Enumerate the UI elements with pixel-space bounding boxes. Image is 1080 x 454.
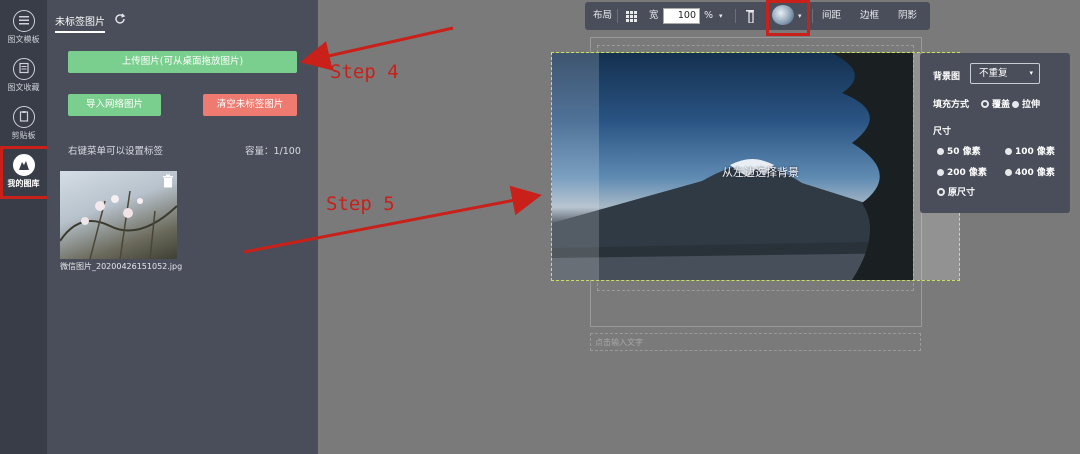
- format-toolbar: 布局 宽 100 % ▾ ▾ 间距 边框 阴影: [585, 2, 930, 30]
- refresh-icon[interactable]: [114, 13, 126, 25]
- clipboard-icon: [12, 106, 35, 128]
- size-option[interactable]: 400 像素: [1005, 165, 1055, 178]
- size-option-label: 200 像素: [947, 168, 987, 178]
- repeat-select-value: 不重复: [979, 68, 1008, 79]
- size-label: 尺寸: [933, 127, 952, 137]
- text-placeholder: 点击输入文字: [595, 338, 643, 347]
- step5-label: Step 5: [326, 193, 395, 215]
- clear-untagged-button[interactable]: 清空未标签图片: [203, 94, 297, 116]
- tag-hint: 右键菜单可以设置标签: [68, 146, 164, 157]
- rail-label: 图文收藏: [7, 83, 40, 92]
- radio-selected-icon: [937, 188, 945, 196]
- shadow-button[interactable]: 阴影: [898, 2, 917, 30]
- repeat-select[interactable]: 不重复 ▾: [970, 63, 1040, 84]
- image-thumbnail[interactable]: [60, 171, 177, 259]
- fill-cover-label: 覆盖: [992, 100, 1011, 110]
- capacity-label: 容量：1/100: [245, 146, 301, 157]
- thumbnail-art: [60, 190, 177, 259]
- tab-untagged-images[interactable]: 未标签图片: [55, 13, 105, 33]
- bg-label: 背景图: [933, 72, 961, 82]
- size-option[interactable]: 50 像素: [937, 144, 981, 157]
- rail-item-templates[interactable]: 图文模板: [0, 4, 47, 52]
- width-input[interactable]: 100: [663, 8, 700, 24]
- align-icon[interactable]: [746, 10, 756, 23]
- radio-icon: [937, 148, 944, 155]
- chevron-down-icon: ▾: [1029, 69, 1033, 77]
- image-library-panel: 未标签图片 上传图片(可从桌面拖放图片) 导入网络图片 清空未标签图片 右键菜单…: [47, 0, 318, 454]
- size-option-original[interactable]: 原尺寸: [937, 185, 975, 198]
- annotation-highlight-library: [0, 146, 52, 199]
- step4-label: Step 4: [330, 61, 399, 83]
- icon-rail: 图文模板 图文收藏 剪贴板 我的图库: [0, 0, 47, 454]
- spacing-button[interactable]: 间距: [822, 2, 841, 30]
- toolbar-divider: [617, 9, 618, 23]
- size-option-label: 原尺寸: [948, 188, 976, 198]
- rail-item-clipboard[interactable]: 剪贴板: [0, 100, 47, 148]
- toolbar-divider: [735, 9, 736, 23]
- fill-stretch-label: 拉伸: [1022, 100, 1041, 110]
- size-option[interactable]: 100 像素: [1005, 144, 1055, 157]
- import-web-image-button[interactable]: 导入网络图片: [68, 94, 161, 116]
- toolbar-divider: [812, 9, 813, 23]
- radio-selected-icon: [981, 100, 989, 108]
- upload-image-button[interactable]: 上传图片(可从桌面拖放图片): [68, 51, 297, 73]
- rail-label: 图文模板: [7, 35, 40, 44]
- annotation-highlight-background: [766, 0, 810, 36]
- fill-label: 填充方式: [933, 100, 970, 110]
- width-label: 宽: [649, 10, 659, 21]
- layout-button[interactable]: 布局: [593, 2, 612, 30]
- radio-icon: [937, 169, 944, 176]
- size-option-label: 400 像素: [1015, 168, 1055, 178]
- fill-cover-option[interactable]: 覆盖: [981, 97, 1010, 110]
- size-option[interactable]: 200 像素: [937, 165, 987, 178]
- thumbnail-filename: 微信图片_20200426151052.jpg: [60, 262, 183, 271]
- chevron-down-icon[interactable]: ▾: [719, 2, 723, 30]
- grid-icon[interactable]: [626, 11, 637, 22]
- collection-icon: [12, 58, 35, 80]
- radio-icon: [1005, 148, 1012, 155]
- trash-icon[interactable]: [162, 174, 174, 188]
- fill-stretch-option[interactable]: 拉伸: [1012, 97, 1040, 110]
- photo-caption: 从左边选择背景: [722, 166, 799, 179]
- radio-icon: [1012, 101, 1019, 108]
- unit-select[interactable]: %: [704, 2, 713, 30]
- background-settings-popup: 背景图 不重复 ▾ 填充方式 覆盖 拉伸 尺寸 50 像素 100 像素 200…: [920, 53, 1070, 213]
- border-button[interactable]: 边框: [860, 2, 879, 30]
- menu-lines-icon: [12, 10, 35, 32]
- arrow-step4: [300, 26, 454, 71]
- rail-item-collection[interactable]: 图文收藏: [0, 52, 47, 100]
- size-option-label: 50 像素: [947, 147, 981, 157]
- size-option-label: 100 像素: [1015, 147, 1055, 157]
- radio-icon: [1005, 169, 1012, 176]
- text-input-box[interactable]: 点击输入文字: [590, 333, 921, 351]
- rail-label: 剪贴板: [11, 131, 36, 140]
